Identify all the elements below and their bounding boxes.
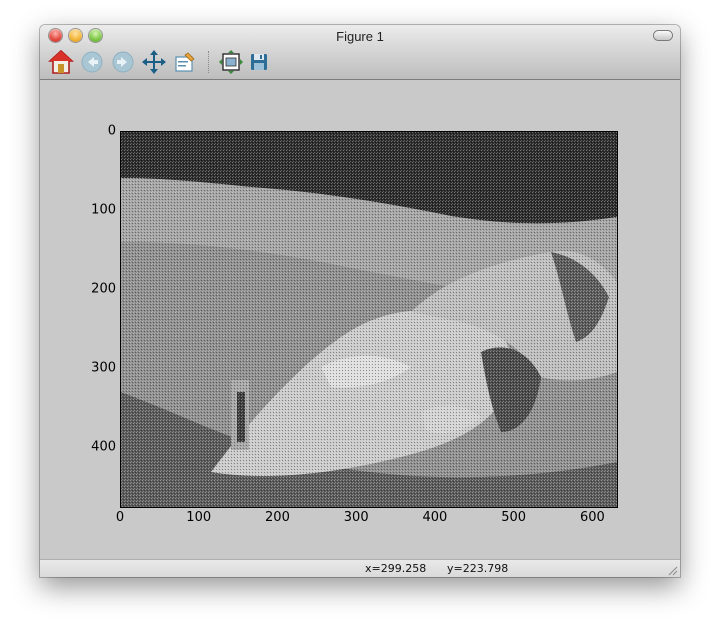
x-tick-label: 600 [579, 510, 605, 525]
move-arrows-icon [142, 50, 166, 74]
y-tick-label: 100 [91, 202, 116, 218]
y-tick-label: 400 [91, 439, 116, 455]
back-button[interactable] [79, 49, 105, 75]
x-tick-label: 500 [501, 510, 527, 525]
navigation-toolbar [48, 49, 288, 75]
y-tick-label: 300 [91, 360, 116, 376]
image-axes[interactable] [120, 131, 618, 508]
x-tick-label: 400 [422, 510, 448, 525]
arrow-left-icon [81, 51, 103, 73]
floppy-disk-icon [251, 54, 267, 70]
subplots-button[interactable] [218, 49, 244, 75]
toolbar-toggle-button[interactable] [654, 31, 672, 40]
status-bar: x=299.258 y=223.798 [40, 559, 680, 577]
save-button[interactable] [246, 49, 272, 75]
y-tick-label: 200 [91, 281, 116, 297]
image-content [121, 132, 617, 507]
toolbar-separator [208, 51, 210, 73]
pan-button[interactable] [141, 49, 167, 75]
arrow-right-icon [112, 51, 134, 73]
home-icon [48, 49, 74, 74]
figure-canvas[interactable]: 0 100 200 300 400 0 100 200 300 400 500 600 [40, 80, 680, 559]
zoom-rect-icon [175, 52, 195, 72]
window-title: Figure 1 [336, 29, 384, 44]
y-coordinate-readout: y=223.798 [447, 562, 509, 575]
resize-grip-icon[interactable] [666, 564, 678, 576]
y-tick-label: 0 [107, 123, 116, 139]
x-tick-label: 0 [115, 510, 125, 525]
zoom-button[interactable] [172, 49, 198, 75]
x-coordinate-readout: x=299.258 [365, 562, 427, 575]
x-tick-label: 300 [343, 510, 369, 525]
forward-button[interactable] [110, 49, 136, 75]
subplots-icon [219, 50, 243, 74]
figure-window: Figure 1 0 100 200 300 400 0 100 200 300… [40, 25, 680, 577]
x-tick-label: 200 [265, 510, 290, 525]
title-bar: Figure 1 [40, 25, 680, 80]
home-button[interactable] [48, 49, 74, 75]
x-tick-label: 100 [186, 510, 212, 525]
